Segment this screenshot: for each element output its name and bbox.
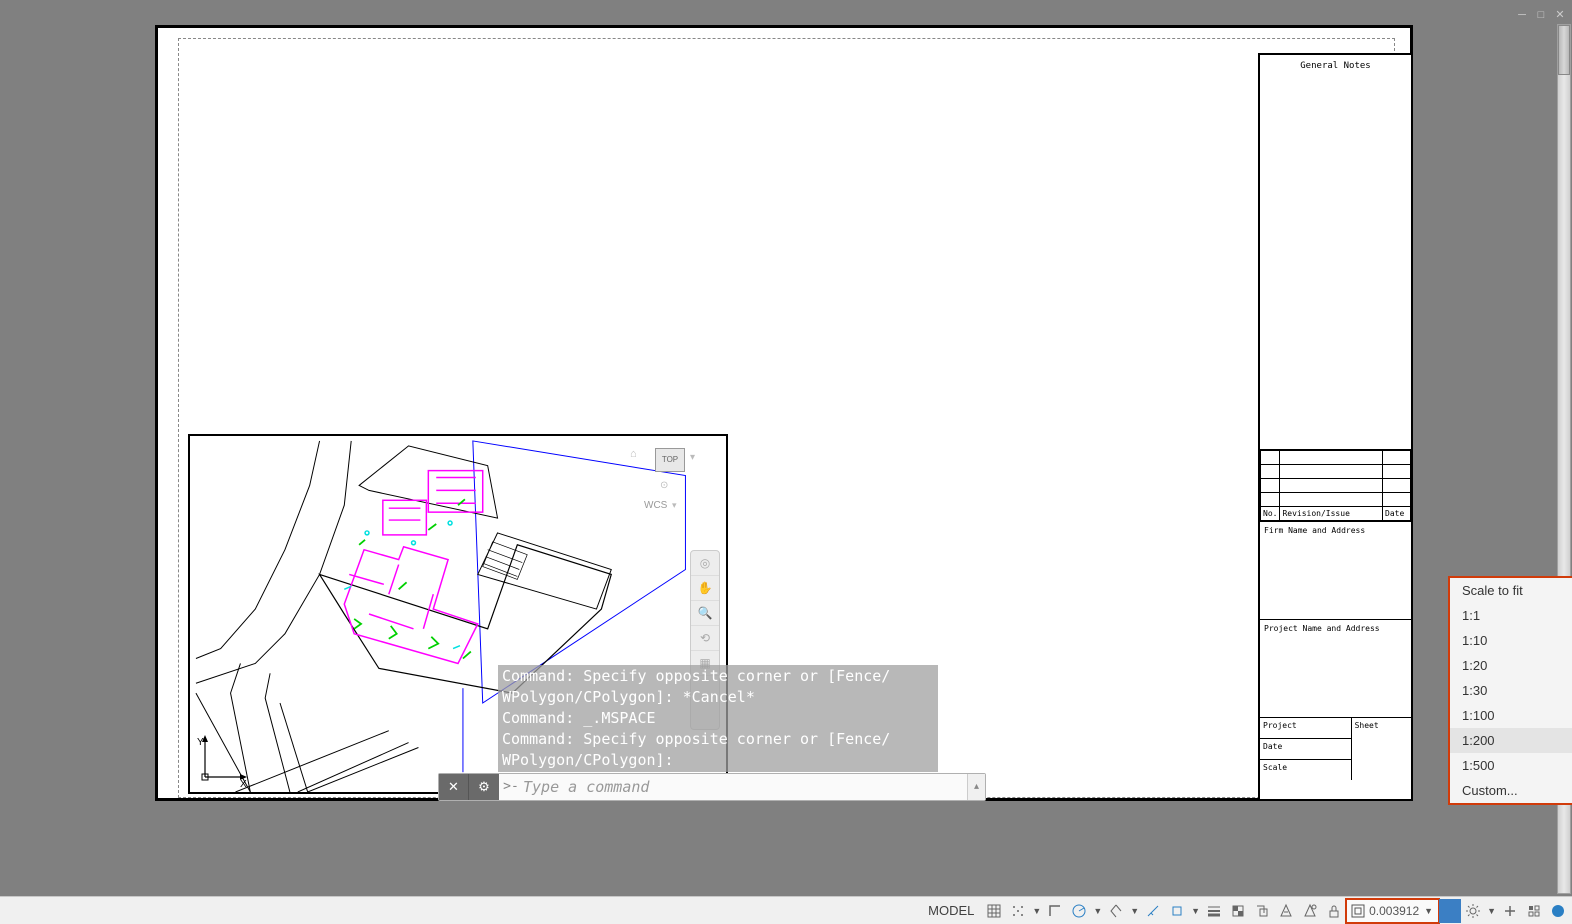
scale-value: 0.003912 <box>1369 904 1419 918</box>
window-controls: ─ □ ✕ <box>1514 8 1568 24</box>
scale-option-1-20[interactable]: 1:20 <box>1450 653 1572 678</box>
revision-table: No. Revision/Issue Date <box>1260 450 1411 521</box>
dropdown-icon[interactable]: ▼ <box>1189 906 1202 916</box>
project-sheet-grid: Project Sheet Date Scale <box>1260 717 1411 780</box>
plus-icon[interactable] <box>1498 899 1522 923</box>
isodraft-icon[interactable] <box>1104 899 1128 923</box>
command-input[interactable]: Type a command <box>523 774 967 800</box>
osnap-icon[interactable] <box>1141 899 1165 923</box>
history-line: Command: Specify opposite corner or [Fen… <box>502 729 934 750</box>
scale-option-1-100[interactable]: 1:100 <box>1450 703 1572 728</box>
pan-icon[interactable]: ✋ <box>691 576 719 601</box>
scale-option-1-10[interactable]: 1:10 <box>1450 628 1572 653</box>
rev-revision-header: Revision/Issue <box>1280 507 1383 521</box>
maximize-button[interactable]: □ <box>1533 8 1549 24</box>
minimize-button[interactable]: ─ <box>1514 8 1530 24</box>
scale-option-1-500[interactable]: 1:500 <box>1450 753 1572 778</box>
lock-icon[interactable] <box>1322 899 1346 923</box>
close-command-button[interactable]: ✕ <box>439 774 469 800</box>
grid-icon[interactable] <box>982 899 1006 923</box>
scale-option-1-200[interactable]: 1:200 <box>1450 728 1572 753</box>
history-line: Command: Specify opposite corner or [Fen… <box>502 666 934 687</box>
annotation-scale-icon[interactable] <box>1298 899 1322 923</box>
history-line: WPolygon/CPolygon]: *Cancel* <box>502 687 934 708</box>
isolate-icon[interactable] <box>1522 899 1546 923</box>
command-line: ✕ ⚙ >- Type a command ▴ <box>438 773 986 801</box>
scale-option-fit[interactable]: Scale to fit <box>1450 578 1572 603</box>
sheet-label: Sheet <box>1351 717 1411 780</box>
viewport-scale-button[interactable]: 0.003912 ▼ <box>1346 899 1439 923</box>
gear-icon[interactable] <box>1461 899 1485 923</box>
project-label: Project <box>1260 717 1351 738</box>
firm-section: Firm Name and Address <box>1260 521 1411 619</box>
command-history: Command: Specify opposite corner or [Fen… <box>498 665 938 772</box>
selection-cycling-icon[interactable] <box>1250 899 1274 923</box>
object-snap-icon[interactable] <box>1165 899 1189 923</box>
nav-wheel-icon[interactable]: ◎ <box>691 551 719 576</box>
dropdown-icon[interactable]: ▼ <box>1030 906 1043 916</box>
rev-no-header: No. <box>1261 507 1280 521</box>
customize-command-button[interactable]: ⚙ <box>469 774 499 800</box>
model-space-toggle[interactable]: MODEL <box>920 899 982 923</box>
close-button[interactable]: ✕ <box>1552 8 1568 24</box>
scale-label: Scale <box>1260 759 1351 780</box>
history-line: Command: _.MSPACE <box>502 708 934 729</box>
workspace-icon[interactable] <box>1439 899 1461 923</box>
compass-icon[interactable]: ⊙ <box>660 480 668 491</box>
lineweight-icon[interactable] <box>1202 899 1226 923</box>
wcs-label[interactable]: WCS <box>644 500 667 511</box>
annotation-icon[interactable] <box>1274 899 1298 923</box>
scale-menu: Scale to fit 1:1 1:10 1:20 1:30 1:100 1:… <box>1450 578 1572 803</box>
snap-icon[interactable] <box>1006 899 1030 923</box>
dropdown-icon[interactable]: ▼ <box>1128 906 1141 916</box>
clean-screen-icon[interactable] <box>1546 899 1570 923</box>
svg-text:Y: Y <box>197 737 204 748</box>
command-prompt-icon: >- <box>499 774 523 800</box>
expand-history-button[interactable]: ▴ <box>967 774 985 800</box>
date-label: Date <box>1260 738 1351 759</box>
dropdown-icon[interactable]: ▼ <box>1485 906 1498 916</box>
zoom-icon[interactable]: 🔍 <box>691 601 719 626</box>
general-notes-section: General Notes <box>1260 55 1411 450</box>
scale-option-custom[interactable]: Custom... <box>1450 778 1572 803</box>
orbit-icon[interactable]: ⟲ <box>691 626 719 651</box>
rev-date-header: Date <box>1383 507 1411 521</box>
status-bar: MODEL ▼ ▼ ▼ ▼ 0.003912 ▼ ▼ <box>0 896 1572 924</box>
scrollbar-thumb[interactable] <box>1558 25 1570 75</box>
drawing-area: ─ □ ✕ General Notes No. Revision/Issue D… <box>0 0 1572 924</box>
view-cube-dropdown-icon[interactable]: ▾ <box>690 452 695 463</box>
ortho-icon[interactable] <box>1043 899 1067 923</box>
view-cube-area: ⌂ TOP ▾ ⊙ WCS ▾ <box>630 440 730 560</box>
history-line: WPolygon/CPolygon]: <box>502 750 934 771</box>
svg-text:X: X <box>240 779 247 787</box>
home-icon[interactable]: ⌂ <box>630 448 637 460</box>
ucs-icon: Y X <box>195 727 255 787</box>
transparency-icon[interactable] <box>1226 899 1250 923</box>
dropdown-icon[interactable]: ▼ <box>1091 906 1104 916</box>
polar-icon[interactable] <box>1067 899 1091 923</box>
wcs-dropdown-icon[interactable]: ▾ <box>672 500 677 511</box>
project-address-section: Project Name and Address <box>1260 619 1411 717</box>
title-block: General Notes No. Revision/Issue Date Fi… <box>1258 53 1413 801</box>
scale-option-1-30[interactable]: 1:30 <box>1450 678 1572 703</box>
view-cube[interactable]: TOP <box>655 448 685 472</box>
scale-option-1-1[interactable]: 1:1 <box>1450 603 1572 628</box>
